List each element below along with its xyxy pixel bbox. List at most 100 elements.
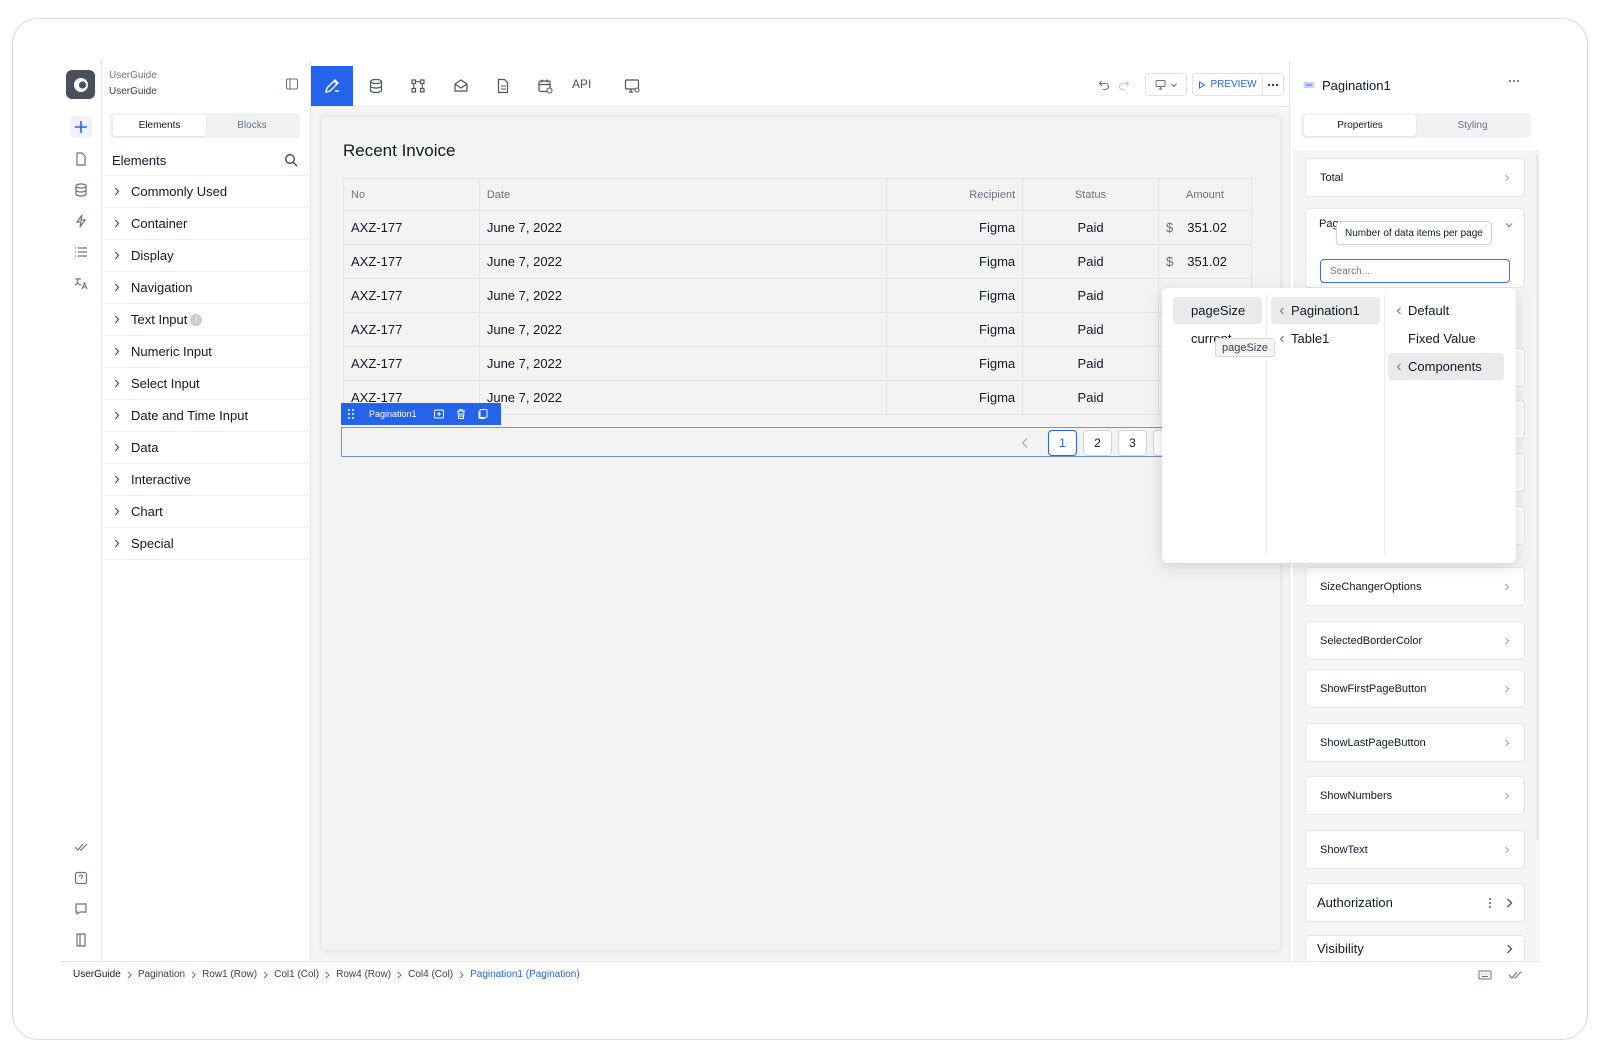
tab-styling[interactable]: Styling (1417, 115, 1528, 136)
prop-shownumbers[interactable]: ShowNumbers (1305, 776, 1525, 815)
page-button-1[interactable]: 1 (1048, 430, 1077, 456)
category-item[interactable]: Text Input i (103, 304, 310, 336)
chat-icon[interactable] (70, 898, 92, 920)
duplicate-icon[interactable] (477, 408, 489, 420)
section-authorization[interactable]: Authorization (1305, 883, 1525, 922)
page-button-2[interactable]: 2 (1083, 430, 1112, 456)
section-visibility[interactable]: Visibility (1305, 935, 1525, 961)
prop-showtext[interactable]: ShowText (1305, 830, 1525, 869)
tab-properties[interactable]: Properties (1304, 115, 1416, 136)
monitor-settings-icon[interactable] (620, 74, 644, 98)
rail-divider (101, 60, 102, 961)
info-icon[interactable]: i (190, 313, 203, 326)
app-logo[interactable] (66, 70, 95, 99)
table-row[interactable]: AXZ-177 June 7, 2022 Figma Paid (343, 346, 1253, 381)
column-header-date[interactable]: Date (478, 178, 888, 211)
prop-total[interactable]: Total (1305, 158, 1525, 197)
calendar-icon[interactable] (533, 74, 557, 98)
table-row[interactable]: AXZ-177 June 7, 2022 Figma Paid $351.02 (343, 244, 1253, 279)
breadcrumb-item[interactable]: Pagination1 (Pagination) (470, 969, 580, 980)
category-item[interactable]: Interactive (103, 464, 310, 496)
option-pagesize[interactable]: pageSize (1173, 297, 1262, 324)
edit-icon[interactable] (311, 66, 353, 106)
table-row[interactable]: AXZ-177 June 7, 2022 Figma Paid (343, 312, 1253, 347)
panel-more-icon[interactable] (1508, 79, 1520, 83)
table-row[interactable]: AXZ-177 June 7, 2022 Figma Paid $351.02 (343, 210, 1253, 245)
table-row[interactable]: AXZ-177 June 7, 2022 Figma Paid (343, 278, 1253, 313)
category-item[interactable]: Chart (103, 496, 310, 528)
category-item[interactable]: Date and Time Input (103, 400, 310, 432)
chevron-right-icon (1504, 174, 1510, 182)
breadcrumb-item[interactable]: Row4 (Row) (336, 969, 391, 980)
prop-selectedbordercolor[interactable]: SelectedBorderColor (1305, 621, 1525, 660)
invoice-table[interactable]: No Date Recipient Status Amount AXZ-177 J… (343, 178, 1253, 415)
preview-button[interactable]: PREVIEW (1192, 73, 1263, 96)
category-label: Container (131, 216, 188, 231)
app-name: UserGuide (109, 70, 157, 81)
chevron-down-icon[interactable] (1505, 222, 1513, 228)
column-header-amount[interactable]: Amount (1157, 178, 1253, 211)
option-default[interactable]: Default (1388, 297, 1504, 324)
option-pagination1[interactable]: Pagination1 (1271, 297, 1380, 324)
option-components[interactable]: Components (1388, 353, 1504, 380)
lightning-icon[interactable] (70, 210, 92, 232)
tab-elements[interactable]: Elements (113, 115, 206, 136)
tab-blocks[interactable]: Blocks (207, 115, 297, 136)
cell-date: June 7, 2022 (478, 346, 888, 381)
category-item[interactable]: Display (103, 240, 310, 272)
column-header-status[interactable]: Status (1022, 178, 1159, 211)
undo-icon[interactable] (1098, 79, 1110, 91)
cell-date: June 7, 2022 (478, 312, 888, 347)
database-icon[interactable] (70, 179, 92, 201)
prop-showfirstpagebutton[interactable]: ShowFirstPageButton (1305, 669, 1525, 708)
category-item[interactable]: Numeric Input (103, 336, 310, 368)
page-button-3[interactable]: 3 (1118, 430, 1147, 456)
collapse-sidebar-icon[interactable] (285, 77, 299, 91)
double-check-icon[interactable] (1508, 970, 1522, 980)
more-options-button[interactable] (1262, 73, 1284, 96)
device-select[interactable] (1145, 73, 1187, 96)
currency-symbol: $ (1165, 220, 1174, 235)
breadcrumb-item[interactable]: Pagination (138, 969, 185, 980)
category-item[interactable]: Select Input (103, 368, 310, 400)
keyboard-icon[interactable] (1478, 970, 1492, 980)
breadcrumb-item[interactable]: Col1 (Col) (274, 969, 319, 980)
search-icon[interactable] (284, 153, 298, 167)
column-header-recipient[interactable]: Recipient (886, 178, 1024, 211)
list-icon[interactable] (70, 241, 92, 263)
mail-icon[interactable] (449, 74, 473, 98)
redo-icon[interactable] (1118, 79, 1130, 91)
double-check-icon[interactable] (70, 836, 92, 858)
category-item[interactable]: Special (103, 528, 310, 560)
selected-component-toolbar[interactable]: Pagination1 (341, 403, 501, 425)
option-fixed-value[interactable]: Fixed Value (1388, 325, 1504, 352)
book-icon[interactable] (70, 929, 92, 951)
pagination-component[interactable] (341, 427, 1171, 457)
category-item[interactable]: Data (103, 432, 310, 464)
translate-icon[interactable] (70, 272, 92, 294)
category-item[interactable]: Container (103, 208, 310, 240)
api-button[interactable]: API (572, 77, 591, 91)
flow-icon[interactable] (406, 74, 430, 98)
binding-search-input[interactable] (1320, 259, 1510, 283)
page-icon[interactable] (70, 148, 92, 170)
prev-page-icon[interactable] (1020, 437, 1030, 449)
option-table1[interactable]: Table1 (1271, 325, 1380, 352)
column-header-no[interactable]: No (343, 178, 480, 211)
breadcrumb-item[interactable]: Row1 (Row) (202, 969, 257, 980)
prop-sizechangeroptions[interactable]: SizeChangerOptions (1305, 567, 1525, 606)
wrap-icon[interactable] (433, 408, 445, 420)
database-icon[interactable] (364, 74, 388, 98)
drag-handle-icon[interactable] (347, 408, 355, 420)
vertical-ellipsis-icon[interactable] (1488, 897, 1492, 909)
prop-showlastpagebutton[interactable]: ShowLastPageButton (1305, 723, 1525, 762)
breadcrumb-item[interactable]: Col4 (Col) (408, 969, 453, 980)
category-item[interactable]: Commonly Used (103, 176, 310, 208)
add-icon[interactable] (70, 116, 92, 138)
help-icon[interactable] (70, 867, 92, 889)
category-item[interactable]: Navigation (103, 272, 310, 304)
panel-scrollbar[interactable] (1536, 155, 1539, 840)
breadcrumb-item[interactable]: UserGuide (73, 969, 121, 980)
delete-icon[interactable] (455, 408, 467, 420)
document-icon[interactable] (491, 74, 515, 98)
